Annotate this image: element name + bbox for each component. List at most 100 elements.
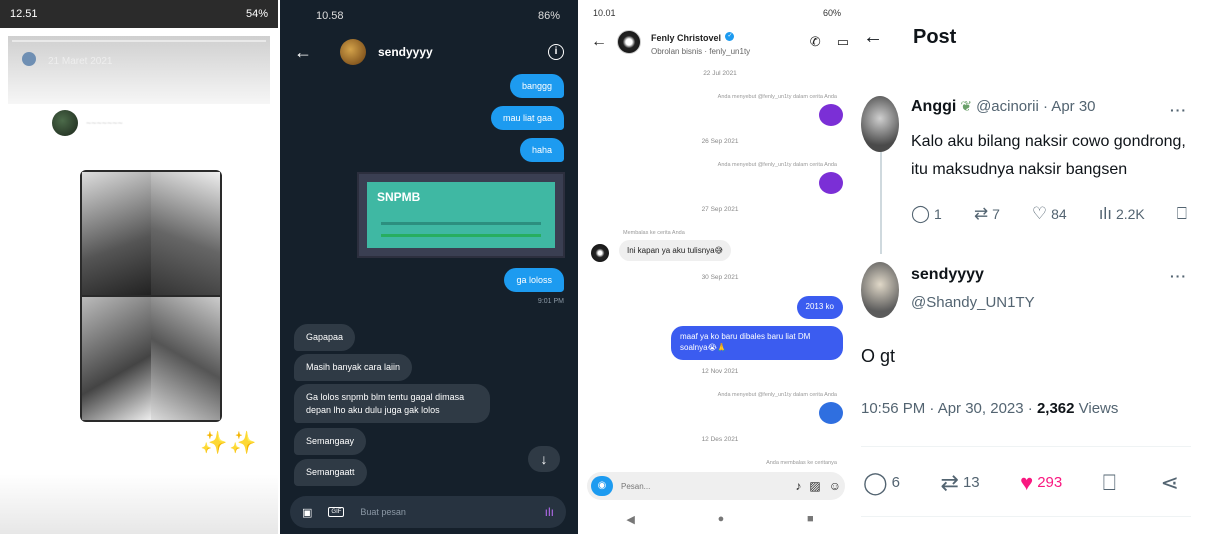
voice-icon[interactable]: ılı xyxy=(545,505,554,519)
back-arrow-icon[interactable]: ← xyxy=(591,33,607,51)
bookmark-button[interactable]: ⎕ xyxy=(1103,470,1120,496)
photo-3 xyxy=(82,297,151,420)
verified-icon: ✓ xyxy=(725,32,735,42)
message-in[interactable]: Ini kapan ya aku tulisnya😅 xyxy=(619,240,731,261)
message-in[interactable]: Semangaatt xyxy=(294,459,367,486)
message-out[interactable]: 2013 ko xyxy=(796,296,843,319)
like-count: 84 xyxy=(1051,206,1067,222)
story-header: 21 Maret 2021 xyxy=(8,36,270,104)
heart-icon: ♡ xyxy=(1031,204,1048,223)
phone-icon[interactable]: ✆ xyxy=(810,34,821,50)
views-count: 2.2K xyxy=(1115,206,1145,222)
avatar[interactable] xyxy=(340,39,366,65)
nav-back-icon[interactable]: ◀ xyxy=(626,513,634,526)
views-button[interactable]: ılı 2.2K xyxy=(1099,204,1145,224)
like-button[interactable]: ♡ 84 xyxy=(1032,204,1067,224)
message-in[interactable]: Masih banyak cara laiin xyxy=(294,354,413,381)
nav-recents-icon[interactable]: ■ xyxy=(807,513,814,525)
story-reply-bubble[interactable] xyxy=(819,172,843,194)
tweet-meta: 10:56 PM · Apr 30, 2023 · 2,362 Views xyxy=(861,400,1118,417)
retweet-icon: ⇄ xyxy=(973,204,989,223)
reply-button[interactable]: ◯ 1 xyxy=(911,204,942,224)
nav-home-icon[interactable]: ● xyxy=(718,513,725,525)
video-icon[interactable]: ▭ xyxy=(837,34,849,50)
status-time: 10.01 xyxy=(593,8,616,18)
image-icon[interactable]: ▣ xyxy=(302,506,312,519)
author-name[interactable]: sendyyyy xyxy=(911,266,984,284)
message-out[interactable]: mau liat gaa xyxy=(490,106,564,130)
author-handle[interactable]: @acinorii · Apr 30 xyxy=(976,98,1095,115)
image-attachment[interactable]: SNPMB xyxy=(357,172,565,258)
story-panel: 12.51 54% 21 Maret 2021 ~~~~~~~ ✨✨ xyxy=(0,0,278,534)
message-composer: ▣ GIF Buat pesan ılı xyxy=(290,496,566,528)
mention-username: ~~~~~~~ xyxy=(86,118,123,128)
story-photo-card[interactable] xyxy=(80,170,222,422)
more-options-icon[interactable]: ··· xyxy=(1170,102,1187,118)
camera-icon[interactable]: ◉ xyxy=(591,476,613,496)
leaf-emoji-icon: ❦ xyxy=(960,98,973,114)
gif-icon[interactable]: GIF xyxy=(328,507,345,517)
author-handle[interactable]: @Shandy_UN1TY xyxy=(911,294,1035,311)
story-reply-bubble[interactable] xyxy=(819,104,843,126)
snpmb-logo: SNPMB xyxy=(377,190,421,204)
reply-count: 6 xyxy=(891,473,900,491)
message-input[interactable]: Pesan... xyxy=(621,482,787,491)
post-panel: ← Post Anggi ❦ @acinorii · Apr 30 ··· Ka… xyxy=(855,0,1205,534)
avatar[interactable] xyxy=(22,52,36,66)
tweet-header: Anggi ❦ @acinorii · Apr 30 xyxy=(911,98,1096,116)
bookmark-button[interactable]: ⎕ xyxy=(1177,204,1191,224)
mention-note: Anda menyebut @fenly_un1ty dalam cerita … xyxy=(717,392,837,398)
share-button[interactable]: ⋖ xyxy=(1161,470,1183,496)
retweet-button[interactable]: ⇄ 13 xyxy=(941,470,980,496)
scroll-down-button[interactable]: ↓ xyxy=(528,446,560,472)
avatar[interactable] xyxy=(591,244,609,262)
message-out[interactable]: ga loloss xyxy=(504,268,564,292)
avatar[interactable] xyxy=(861,262,899,318)
author-name[interactable]: Anggi xyxy=(911,98,956,116)
info-icon[interactable]: i xyxy=(548,44,564,60)
attachment-line xyxy=(381,222,541,225)
gallery-icon[interactable]: ▨ xyxy=(809,479,820,493)
status-battery: 60% xyxy=(822,8,841,18)
microphone-icon[interactable]: ♪ xyxy=(795,479,801,493)
chat-header: ← sendyyyy i xyxy=(280,32,578,72)
message-in[interactable]: Gapapaa xyxy=(294,324,356,351)
photo-2 xyxy=(151,172,220,295)
message-in[interactable]: Semangaay xyxy=(294,428,367,455)
bottom-note: Anda membalas ke ceritanya xyxy=(766,460,837,466)
message-in[interactable]: Ga lolos snpmb blm tentu gagal dimasa de… xyxy=(294,384,490,424)
message-out[interactable]: haha xyxy=(519,138,564,162)
retweet-button[interactable]: ⇄ 7 xyxy=(974,204,1000,224)
contact-info[interactable]: Fenly Christovel ✓ Obrolan bisnis · fenl… xyxy=(651,27,794,57)
status-bar: 10.58 86% xyxy=(280,0,578,32)
reply-button[interactable]: ◯ 6 xyxy=(863,470,900,496)
retweet-count: 13 xyxy=(962,473,980,491)
message-input[interactable]: Buat pesan xyxy=(360,507,528,517)
dark-dm-panel: 10.58 86% ← sendyyyy i banggg mau liat g… xyxy=(280,0,578,534)
message-out[interactable]: banggg xyxy=(509,74,564,98)
date-divider: 27 Sep 2021 xyxy=(701,206,739,213)
android-nav-bar: ◀ ● ■ xyxy=(585,504,855,534)
contact-name[interactable]: sendyyyy xyxy=(378,45,536,59)
avatar[interactable] xyxy=(861,96,899,152)
contact-subtitle: Obrolan bisnis · fenly_un1ty xyxy=(651,47,751,56)
bookmark-icon: ⎕ xyxy=(1102,470,1116,495)
attachment-screen: SNPMB xyxy=(367,182,555,248)
story-reply-bubble[interactable] xyxy=(819,402,843,424)
sparkles-sticker: ✨✨ xyxy=(200,430,259,455)
message-out[interactable]: maaf ya ko baru dibales baru liat DM soa… xyxy=(671,326,843,360)
date-divider: 12 Nov 2021 xyxy=(701,368,739,375)
back-arrow-icon[interactable]: ← xyxy=(863,26,883,49)
avatar[interactable] xyxy=(617,30,641,54)
contact-name: Fenly Christovel xyxy=(651,33,722,43)
back-arrow-icon[interactable]: ← xyxy=(294,42,312,63)
views-count: 2,362 xyxy=(1036,400,1075,417)
retweet-icon: ⇄ xyxy=(940,470,959,495)
ig-dm-panel: 10.01 60% ← Fenly Christovel ✓ Obrolan b… xyxy=(585,0,855,534)
tweet-timestamp[interactable]: 10:56 PM · Apr 30, 2023 · xyxy=(861,400,1037,417)
tweet-actions: ◯ 6 ⇄ 13 ♥ 293 ⎕ ⋖ xyxy=(863,470,1183,496)
story-mention[interactable]: ~~~~~~~ xyxy=(52,110,123,136)
like-button[interactable]: ♥ 293 xyxy=(1020,470,1062,496)
more-options-icon[interactable]: ··· xyxy=(1170,268,1187,284)
sticker-icon[interactable]: ☺ xyxy=(829,479,841,493)
